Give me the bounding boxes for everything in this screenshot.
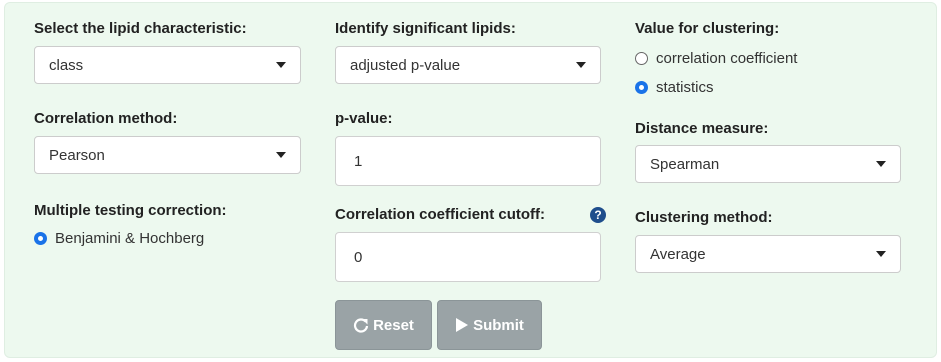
clustering-value-label: Value for clustering:	[635, 20, 780, 37]
radio-unchecked-icon	[635, 52, 648, 65]
radio-statistics-label: statistics	[656, 79, 714, 96]
cutoff-label: Correlation coefficient cutoff:	[335, 206, 546, 223]
p-value-text: 1	[354, 152, 363, 170]
clustering-method-value: Average	[650, 245, 706, 263]
cutoff-input[interactable]: 0	[335, 232, 601, 282]
significant-lipids-label: Identify significant lipids:	[335, 20, 516, 37]
caret-down-icon	[576, 62, 586, 68]
correlation-method-select[interactable]: Pearson	[34, 136, 301, 174]
p-value-input[interactable]: 1	[335, 136, 601, 186]
help-icon[interactable]: ?	[590, 207, 606, 223]
lipid-characteristic-label: Select the lipid characteristic:	[34, 20, 247, 37]
lipid-characteristic-value: class	[49, 56, 84, 74]
distance-measure-select[interactable]: Spearman	[635, 145, 901, 183]
radio-statistics[interactable]: statistics	[635, 79, 714, 96]
distance-measure-value: Spearman	[650, 155, 720, 173]
caret-down-icon	[276, 152, 286, 158]
clustering-method-select[interactable]: Average	[635, 235, 901, 273]
play-icon	[456, 318, 469, 332]
caret-down-icon	[876, 161, 886, 167]
reset-icon	[354, 318, 369, 333]
radio-correlation-coefficient-label: correlation coefficient	[656, 50, 798, 67]
significant-lipids-value: adjusted p-value	[350, 56, 461, 74]
multiple-testing-label: Multiple testing correction:	[34, 202, 227, 219]
p-value-label: p-value:	[335, 110, 393, 127]
significant-lipids-select[interactable]: adjusted p-value	[335, 46, 601, 84]
radio-correlation-coefficient[interactable]: correlation coefficient	[635, 50, 797, 67]
radio-checked-icon	[635, 81, 648, 94]
lipid-characteristic-select[interactable]: class	[34, 46, 301, 84]
radio-benjamini-hochberg[interactable]: Benjamini & Hochberg	[34, 230, 204, 247]
submit-label: Submit	[473, 316, 524, 334]
reset-label: Reset	[373, 316, 414, 334]
reset-button[interactable]: Reset	[335, 300, 432, 350]
radio-benjamini-hochberg-label: Benjamini & Hochberg	[55, 230, 205, 247]
clustering-method-label: Clustering method:	[635, 209, 773, 226]
caret-down-icon	[276, 62, 286, 68]
cutoff-text: 0	[354, 248, 363, 266]
correlation-method-value: Pearson	[49, 146, 105, 164]
radio-checked-icon	[34, 232, 47, 245]
correlation-method-label: Correlation method:	[34, 110, 178, 127]
submit-button[interactable]: Submit	[437, 300, 542, 350]
caret-down-icon	[876, 251, 886, 257]
distance-measure-label: Distance measure:	[635, 120, 769, 137]
